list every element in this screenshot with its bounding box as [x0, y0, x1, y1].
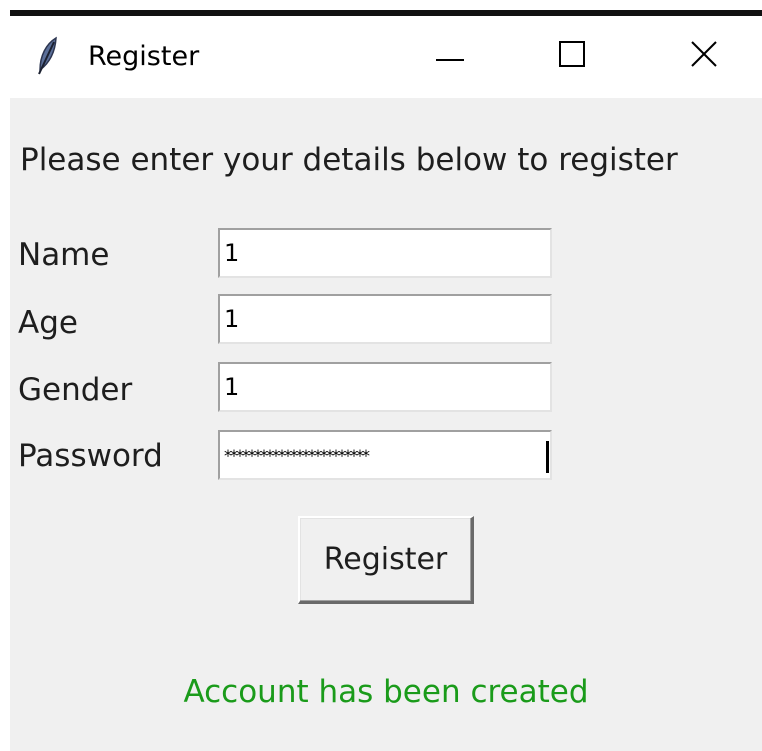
maximize-icon — [559, 41, 585, 71]
minimize-button[interactable] — [420, 30, 480, 82]
close-button[interactable] — [674, 30, 734, 82]
form-heading: Please enter your details below to regis… — [20, 142, 678, 178]
register-button[interactable]: Register — [298, 516, 474, 604]
feather-icon — [36, 36, 60, 76]
status-message: Account has been created — [183, 674, 589, 710]
close-icon — [691, 41, 717, 71]
age-label: Age — [18, 305, 78, 341]
gender-label: Gender — [18, 372, 133, 408]
window-title: Register — [88, 41, 200, 72]
window-client-area: Please enter your details below to regis… — [10, 98, 762, 751]
maximize-button[interactable] — [542, 30, 602, 82]
text-cursor — [546, 441, 549, 473]
minimize-icon — [436, 47, 464, 66]
name-field[interactable] — [218, 228, 552, 278]
age-field[interactable] — [218, 294, 552, 344]
password-field[interactable] — [218, 430, 552, 480]
title-bar[interactable]: Register — [10, 16, 762, 98]
name-label: Name — [18, 237, 110, 273]
gender-field[interactable] — [218, 362, 552, 412]
password-label: Password — [18, 438, 163, 474]
